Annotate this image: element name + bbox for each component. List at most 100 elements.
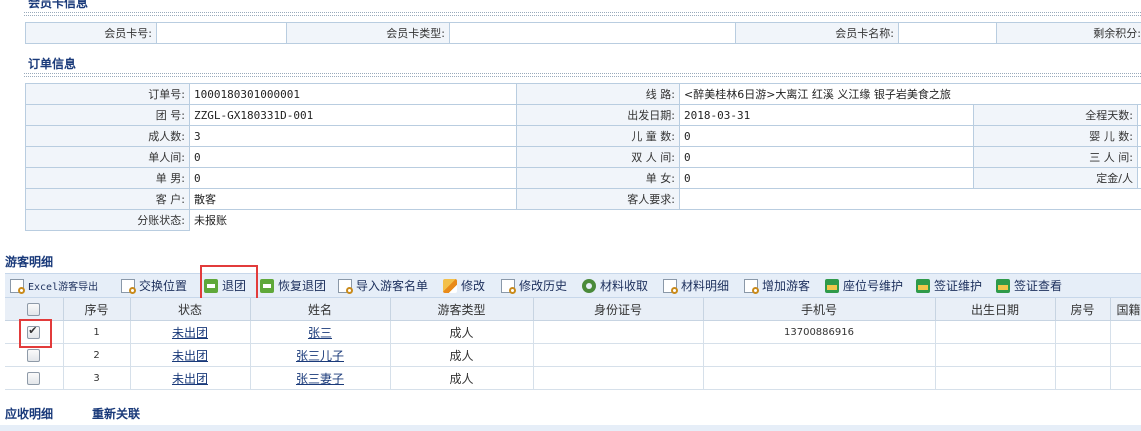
row-phone: 13700886916 bbox=[703, 320, 936, 344]
triple-room-value: 0 bbox=[1136, 146, 1141, 168]
seat-icon bbox=[825, 278, 839, 293]
customer-label: 客 户: bbox=[25, 188, 190, 210]
edit-history-button[interactable]: 修改历史 bbox=[501, 277, 567, 294]
member-card-name-value bbox=[898, 22, 997, 44]
receivable-section-title: 应收明细 bbox=[5, 407, 54, 421]
swap-position-button[interactable]: 交换位置 bbox=[121, 277, 187, 294]
import-tourist-button[interactable]: 导入游客名单 bbox=[338, 277, 428, 294]
visa-view-button[interactable]: 签证查看 bbox=[996, 277, 1062, 294]
restore-icon bbox=[260, 278, 274, 293]
row-birth bbox=[935, 320, 1056, 344]
tourist-table: 序号 状态 姓名 游客类型 身份证号 手机号 出生日期 房号 国籍 1 未出团 … bbox=[5, 298, 1141, 390]
receivable-toolbar bbox=[0, 425, 1141, 431]
restore-quit-button[interactable]: 恢复退团 bbox=[260, 277, 326, 294]
single-male-value: 0 bbox=[189, 167, 517, 189]
single-female-value: 0 bbox=[679, 167, 974, 189]
row-checkbox[interactable] bbox=[27, 349, 41, 362]
col-birth: 出生日期 bbox=[935, 298, 1056, 321]
row-phone bbox=[703, 366, 936, 390]
depart-date-label: 出发日期: bbox=[516, 104, 680, 126]
children-label: 儿 童 数: bbox=[516, 125, 680, 147]
member-card-type-value bbox=[449, 22, 736, 44]
single-room-label: 单人间: bbox=[25, 146, 190, 168]
seat-maintain-button[interactable]: 座位号维护 bbox=[825, 277, 903, 294]
select-all-checkbox[interactable] bbox=[27, 303, 41, 316]
row-room bbox=[1055, 320, 1111, 344]
deposit-value: 1 bbox=[1136, 167, 1141, 189]
col-status: 状态 bbox=[130, 298, 251, 321]
table-row[interactable]: 3 未出团 张三妻子 成人 bbox=[5, 366, 1141, 390]
tourist-toolbar: Excel游客导出 交换位置 退团 恢复退团 导入游客名单 修改 修改历史 材料… bbox=[5, 273, 1141, 298]
row-no: 2 bbox=[63, 343, 131, 367]
visa-maintain-button[interactable]: 签证维护 bbox=[916, 277, 982, 294]
status-link[interactable]: 未出团 bbox=[172, 372, 208, 386]
row-birth bbox=[935, 366, 1056, 390]
row-id-no bbox=[533, 320, 704, 344]
member-divider-2 bbox=[24, 15, 1141, 16]
excel-export-icon bbox=[10, 278, 25, 294]
row-name: 张三妻子 bbox=[250, 366, 391, 390]
row-phone bbox=[703, 343, 936, 367]
visa-icon bbox=[916, 278, 930, 293]
col-type: 游客类型 bbox=[390, 298, 534, 321]
status-link[interactable]: 未出团 bbox=[172, 326, 208, 340]
order-divider-2 bbox=[24, 76, 1141, 77]
total-days-value: 6 bbox=[1136, 104, 1141, 126]
row-id-no bbox=[533, 343, 704, 367]
row-nation bbox=[1110, 366, 1141, 390]
member-card-name-label: 会员卡名称: bbox=[735, 22, 899, 44]
swap-icon bbox=[121, 278, 136, 294]
row-type: 成人 bbox=[390, 366, 534, 390]
status-link[interactable]: 未出团 bbox=[172, 349, 208, 363]
tourist-section-title: 游客明细 bbox=[5, 255, 54, 269]
table-row[interactable]: 2 未出团 张三儿子 成人 bbox=[5, 343, 1141, 367]
order-no-value: 1000180301000001 bbox=[189, 83, 517, 105]
row-id-no bbox=[533, 366, 704, 390]
adults-value: 3 bbox=[189, 125, 517, 147]
excel-export-button[interactable]: Excel游客导出 bbox=[10, 277, 98, 294]
import-icon bbox=[338, 278, 353, 294]
order-divider bbox=[24, 73, 1141, 74]
add-tourist-icon bbox=[744, 278, 759, 294]
table-row[interactable]: 1 未出团 张三 成人 13700886916 bbox=[5, 320, 1141, 344]
row-type: 成人 bbox=[390, 343, 534, 367]
requirement-value bbox=[678, 188, 1141, 210]
triple-room-label: 三 人 间: bbox=[973, 146, 1138, 168]
member-points-label: 剩余积分: bbox=[996, 22, 1141, 44]
col-nation: 国籍 bbox=[1110, 298, 1141, 321]
row-room bbox=[1055, 343, 1111, 367]
collect-material-button[interactable]: 材料收取 bbox=[582, 277, 648, 294]
group-no-value: ZZGL-GX180331D-001 bbox=[189, 104, 517, 126]
deposit-label: 定金/人 bbox=[973, 167, 1138, 189]
billing-status-value: 未报账 bbox=[188, 209, 1141, 231]
history-icon bbox=[501, 278, 516, 294]
billing-status-label: 分账状态: bbox=[25, 209, 190, 231]
row-status: 未出团 bbox=[130, 366, 251, 390]
material-detail-button[interactable]: 材料明细 bbox=[663, 277, 729, 294]
add-tourist-button[interactable]: 增加游客 bbox=[744, 277, 810, 294]
single-female-label: 单 女: bbox=[516, 167, 680, 189]
row-nation bbox=[1110, 343, 1141, 367]
double-room-label: 双 人 间: bbox=[516, 146, 680, 168]
depart-date-value: 2018-03-31 bbox=[679, 104, 974, 126]
row-name: 张三 bbox=[250, 320, 391, 344]
route-label: 线 路: bbox=[516, 83, 680, 105]
edit-button[interactable]: 修改 bbox=[443, 277, 485, 294]
name-link[interactable]: 张三 bbox=[308, 326, 332, 340]
total-days-label: 全程天数: bbox=[973, 104, 1138, 126]
customer-value: 散客 bbox=[189, 188, 517, 210]
select-all-cell bbox=[5, 298, 64, 321]
row-no: 3 bbox=[63, 366, 131, 390]
relink-button[interactable]: 重新关联 bbox=[92, 405, 140, 422]
name-link[interactable]: 张三妻子 bbox=[296, 372, 344, 386]
row-nation bbox=[1110, 320, 1141, 344]
tourist-table-header: 序号 状态 姓名 游客类型 身份证号 手机号 出生日期 房号 国籍 bbox=[5, 298, 1141, 321]
order-info-table: 订单号: 1000180301000001 线 路: <醉美桂林6日游>大离江 … bbox=[25, 83, 1141, 231]
row-room bbox=[1055, 366, 1111, 390]
requirement-label: 客人要求: bbox=[516, 188, 680, 210]
row-type: 成人 bbox=[390, 320, 534, 344]
checkbox-highlight bbox=[19, 319, 52, 348]
name-link[interactable]: 张三儿子 bbox=[296, 349, 344, 363]
order-no-label: 订单号: bbox=[25, 83, 190, 105]
row-checkbox[interactable] bbox=[27, 372, 41, 385]
